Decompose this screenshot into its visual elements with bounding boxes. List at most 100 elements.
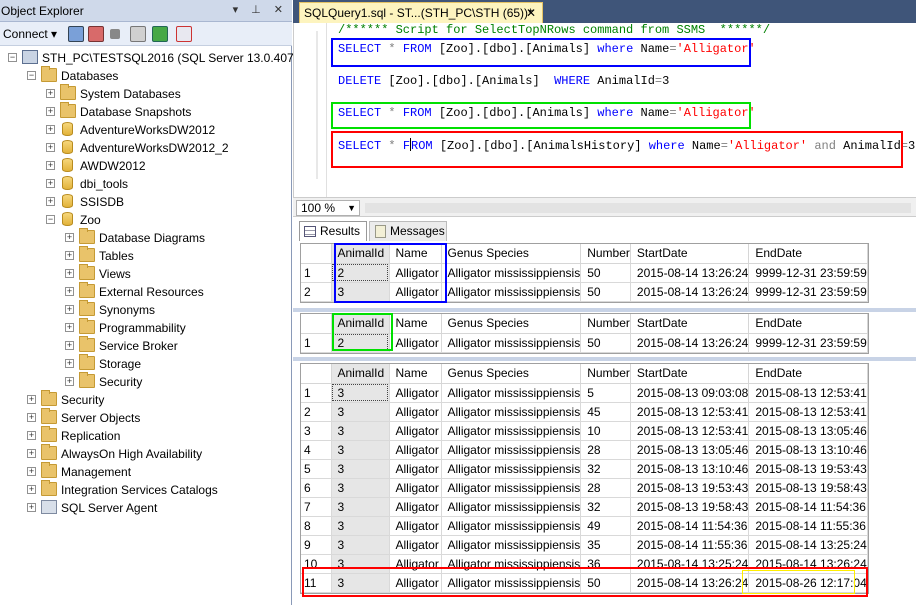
column-header[interactable]: EndDate [748,314,868,334]
stop-icon[interactable] [110,29,120,39]
column-header[interactable]: Genus Species [441,244,582,264]
grid-cell[interactable]: 3 [331,440,390,460]
expand-icon[interactable]: + [46,107,55,116]
grid-cell[interactable]: 2015-08-13 19:58:43 [630,497,750,517]
expand-icon[interactable]: + [46,179,55,188]
expand-icon[interactable]: + [27,467,36,476]
grid-cell[interactable]: 2015-08-13 19:53:43 [630,478,750,498]
column-header[interactable]: StartDate [630,314,750,334]
grid-cell[interactable]: 3 [331,459,390,479]
grid-cell[interactable]: 2015-08-13 12:53:41 [748,383,868,403]
row-number[interactable]: 2 [301,282,332,302]
grid-cell[interactable]: 2015-08-13 19:53:43 [748,459,868,479]
grid-cell[interactable]: 28 [580,478,631,498]
expand-icon[interactable]: + [46,125,55,134]
tab-messages[interactable]: Messages [369,221,447,241]
row-number[interactable]: 2 [301,402,332,422]
grid-cell[interactable]: 2015-08-13 19:58:43 [748,478,868,498]
expand-icon[interactable]: + [27,413,36,422]
row-number[interactable]: 8 [301,516,332,536]
grid-cell[interactable]: 5 [580,383,631,403]
tab-results[interactable]: Results [299,221,367,241]
row-number[interactable]: 1 [301,263,332,283]
table-row[interactable]: 6 3 Alligator Alligator mississippiensis 28 2… [301,478,868,498]
grid-cell[interactable]: Alligator [389,333,442,353]
expand-icon[interactable]: + [65,251,74,260]
column-header[interactable] [301,364,332,384]
grid-cell[interactable]: 2015-08-14 11:55:36 [630,535,750,555]
grid-cell[interactable]: 3 [331,421,390,441]
grid-cell[interactable]: Alligator [389,478,442,498]
grid-splitter[interactable] [293,308,916,312]
row-number[interactable]: 3 [301,421,332,441]
row-number[interactable]: 1 [301,333,332,353]
expand-icon[interactable]: + [46,89,55,98]
grid-cell[interactable]: 2015-08-13 13:05:46 [630,440,750,460]
activity-monitor-icon[interactable] [176,26,192,42]
expand-icon[interactable]: + [65,269,74,278]
refresh-icon[interactable] [152,26,168,42]
grid-cell[interactable]: 49 [580,516,631,536]
grid-cell[interactable]: 2015-08-13 12:53:41 [748,402,868,422]
grid-cell[interactable]: Alligator mississippiensis [441,516,582,536]
grid-cell[interactable]: Alligator mississippiensis [441,263,582,283]
grid-cell[interactable]: 3 [331,497,390,517]
grid-cell[interactable]: Alligator [389,516,442,536]
results-grid-3[interactable]: AnimalId Name Genus Species Number StartDate… [300,363,869,594]
grid-cell[interactable]: 50 [580,282,631,302]
row-number[interactable]: 6 [301,478,332,498]
column-header[interactable]: Name [389,314,442,334]
grid-cell[interactable]: 50 [580,263,631,283]
column-header[interactable] [301,314,332,334]
zoom-dropdown[interactable]: 100 % ▼ [296,200,360,216]
grid-cell[interactable]: 2015-08-14 11:54:36 [748,497,868,517]
horizontal-scrollbar[interactable] [365,203,911,213]
grid-cell[interactable]: Alligator mississippiensis [441,459,582,479]
grid-cell[interactable]: 9999-12-31 23:59:59 [748,282,868,302]
table-row[interactable]: 2 3 Alligator Alligator mississippiensis 45 2… [301,402,868,422]
grid-cell[interactable]: 2015-08-14 13:26:24 [630,282,750,302]
column-header[interactable]: Number [580,314,631,334]
column-header[interactable]: Number [580,364,631,384]
sql-editor[interactable]: /****** Script for SelectTopNRows comman… [293,23,916,197]
grid-cell[interactable]: 2015-08-13 12:53:41 [630,421,750,441]
row-number[interactable]: 1 [301,383,332,403]
grid-cell[interactable]: Alligator [389,440,442,460]
grid-cell[interactable]: Alligator mississippiensis [441,535,582,555]
grid-cell[interactable]: Alligator [389,383,442,403]
collapse-icon[interactable]: − [46,215,55,224]
filter-icon[interactable] [130,26,146,42]
grid-cell[interactable]: 2015-08-13 09:03:08 [630,383,750,403]
column-header[interactable]: Genus Species [441,314,582,334]
grid-cell[interactable]: 35 [580,535,631,555]
column-header[interactable]: AnimalId [331,364,390,384]
row-number[interactable]: 7 [301,497,332,517]
grid-cell[interactable]: Alligator [389,459,442,479]
expand-icon[interactable]: + [46,197,55,206]
disconnect-icon[interactable] [88,26,104,42]
grid-cell[interactable]: Alligator [389,535,442,555]
grid-cell[interactable]: Alligator mississippiensis [441,478,582,498]
grid-cell[interactable]: Alligator mississippiensis [441,383,582,403]
row-number[interactable]: 9 [301,535,332,555]
table-row[interactable]: 8 3 Alligator Alligator mississippiensis 49 2… [301,516,868,536]
grid-cell[interactable]: 2015-08-13 12:53:41 [630,402,750,422]
grid-cell[interactable]: Alligator mississippiensis [441,282,582,302]
grid-cell[interactable]: Alligator mississippiensis [441,333,582,353]
expand-icon[interactable]: + [65,359,74,368]
grid-cell[interactable]: 3 [331,516,390,536]
grid-cell[interactable]: 32 [580,459,631,479]
grid-cell[interactable]: Alligator [389,421,442,441]
grid-cell[interactable]: 3 [331,383,390,403]
table-row[interactable]: 4 3 Alligator Alligator mississippiensis 28 2… [301,440,868,460]
query-tab[interactable]: SQLQuery1.sql - ST...(STH_PC\STH (65))* … [299,2,543,23]
connect-icon[interactable] [68,26,84,42]
grid-cell[interactable]: 3 [331,535,390,555]
column-header[interactable]: EndDate [748,244,868,264]
close-tab-icon[interactable]: ✕ [526,6,536,20]
grid-cell[interactable]: Alligator mississippiensis [441,440,582,460]
grid-cell[interactable]: 45 [580,402,631,422]
row-number[interactable]: 5 [301,459,332,479]
column-header[interactable]: StartDate [630,244,750,264]
grid-cell[interactable]: 2015-08-14 11:55:36 [748,516,868,536]
